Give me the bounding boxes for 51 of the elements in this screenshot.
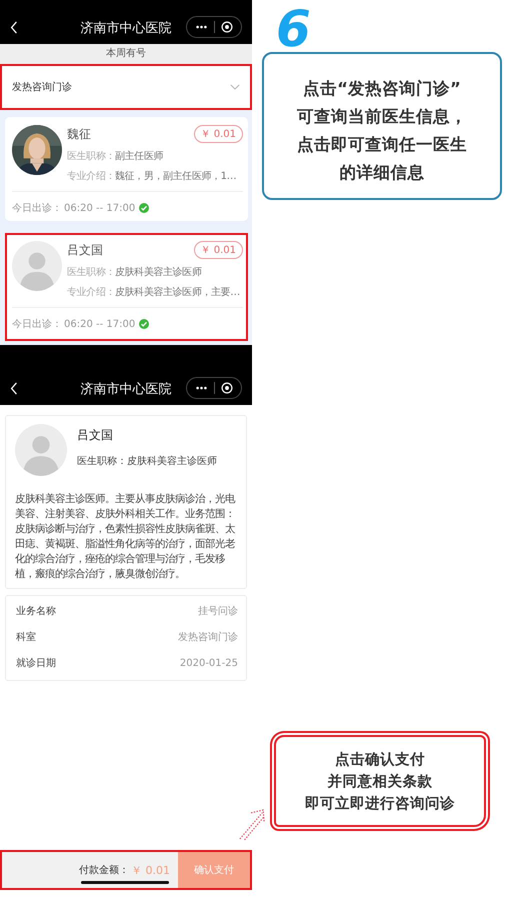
doctor-name: 吕文国 [67,242,103,258]
detail-value: 发热咨询门诊 [178,630,238,644]
callout-text: 的详细信息 [338,162,426,184]
detail-label: 业务名称 [16,604,56,618]
callout-text: 可查询当前医生信息， [297,106,467,128]
window-title: 济南市中心医院 [80,381,172,398]
field-label: 专业介绍： [67,170,116,183]
doctor-card[interactable]: 吕文国 ￥ 0.01 医生职称：皮肤科美容主诊医师 专业介绍：皮肤科美容主诊医师，主要… 今日出诊： 06:20 -- 17:00 [5,233,248,341]
price-tag: ￥ 0.01 [194,241,243,259]
detail-label: 就诊日期 [16,656,56,670]
more-icon[interactable] [195,386,208,390]
section-header: 本周有号 [0,44,252,64]
callout-text: 点击“发热咨询门诊” [302,78,462,100]
payment-amount: ￥ 0.01 [131,862,170,878]
chevron-down-icon [230,84,240,90]
schedule-time: 06:20 -- 17:00 [64,202,136,214]
department-dropdown[interactable]: 发热咨询门诊 [0,64,252,110]
doctor-title: 副主任医师 [115,150,164,163]
doctor-name: 魏征 [67,126,91,142]
doctor-bio: 皮肤科美容主诊医师。主要从事皮肤病诊治，光电美容、注射美容、皮肤外科相关工作。业务范围：皮肤病诊断与治疗，色素性损容性皮肤病雀斑、太田痣、黄褐斑、脂溢性角化病等的治疗，面部光老化的综合治疗，痤疮的综合管理与治疗，毛发移植，瘢痕的综合治疗，腋臭微创治疗。 [15,492,236,582]
close-icon[interactable] [221,21,233,33]
doctor-card[interactable]: 魏征 ￥ 0.01 医生职称：副主任医师 专业介绍：魏征，男，副主任医师，1… 今日出诊： 06:20 -- 17:00 [5,117,248,221]
back-icon[interactable] [10,21,18,34]
callout-text: 并同意相关条款 [326,772,434,790]
step-number: 6 [276,4,311,54]
schedule-label: 今日出诊： [12,318,62,331]
window-title: 济南市中心医院 [80,20,172,37]
detail-label: 科室 [16,630,36,644]
callout-text: 点击即可查询任一医生 [297,134,467,156]
schedule-time: 06:20 -- 17:00 [64,318,136,330]
field-label: 医生职称： [67,150,116,163]
callout-text: 点击确认支付 [334,750,426,768]
doctor-title: 皮肤科美容主诊医师 [115,266,202,279]
doctor-title: 皮肤科美容主诊医师 [127,456,217,467]
field-label: 专业介绍： [67,286,116,299]
doctor-intro: 皮肤科美容主诊医师，主要… [115,286,240,299]
close-icon[interactable] [221,382,233,394]
dashed-arrow-icon [238,807,266,841]
callout-text: 即可立即进行咨询问诊 [305,794,455,812]
doctor-intro: 魏征，男，副主任医师，1… [115,170,236,183]
schedule-label: 今日出诊： [12,202,62,215]
back-icon[interactable] [10,382,18,395]
field-label: 医生职称： [77,456,127,467]
detail-value: 2020-01-25 [180,658,238,668]
dropdown-value: 发热咨询门诊 [12,80,72,94]
doctor-name: 吕文国 [77,427,114,444]
payment-label: 付款金额： [79,864,129,877]
detail-value: 挂号问诊 [198,604,238,618]
more-icon[interactable] [195,25,208,29]
price-tag: ￥ 0.01 [194,125,243,143]
field-label: 医生职称： [67,266,116,279]
